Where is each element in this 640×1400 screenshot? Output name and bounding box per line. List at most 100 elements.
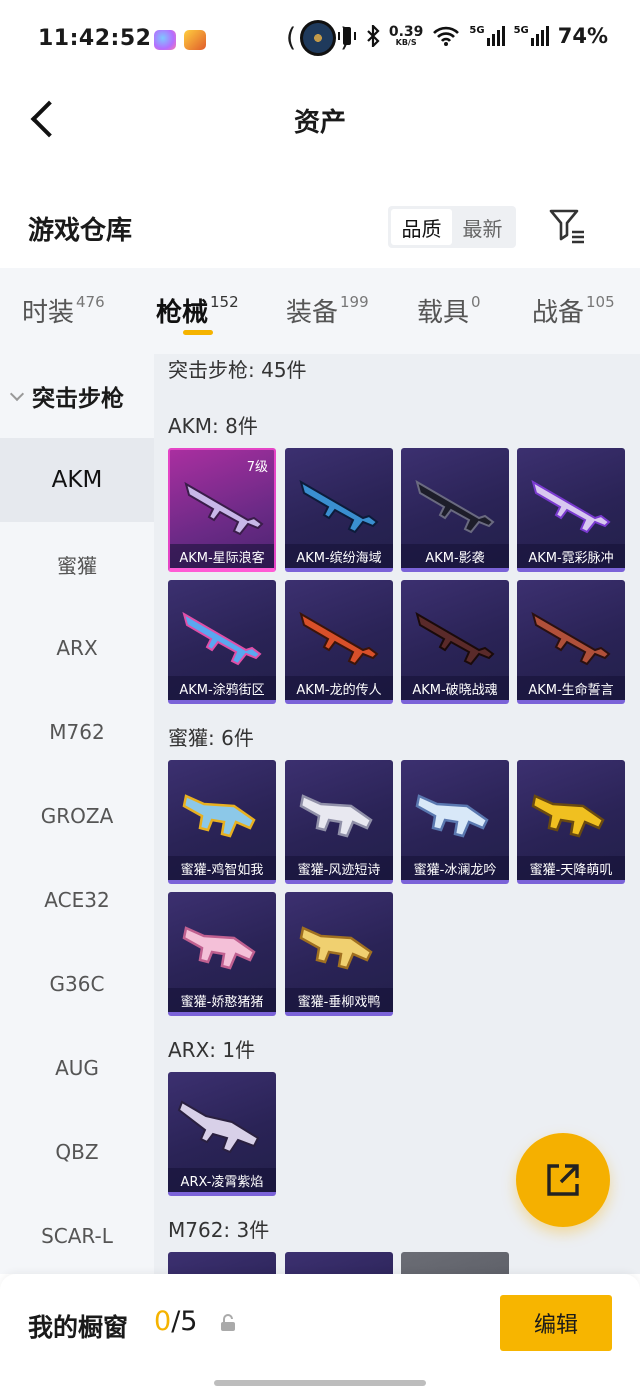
weapon-card[interactable]: 蜜獾-垂柳戏鸭 bbox=[285, 892, 393, 1016]
home-indicator[interactable] bbox=[214, 1380, 426, 1386]
gun-skin-icon bbox=[182, 926, 256, 970]
warehouse-row: 游戏仓库 品质 最新 bbox=[0, 188, 640, 268]
skin-name: AKM-影袭 bbox=[401, 544, 509, 568]
skin-name: AKM-生命誓言 bbox=[517, 676, 625, 700]
status-time: 11:42:52 bbox=[38, 26, 152, 51]
filter-button[interactable] bbox=[548, 206, 588, 246]
sort-toggle: 品质 最新 bbox=[388, 206, 516, 248]
sidebar-item-aug[interactable]: AUG bbox=[0, 1026, 154, 1110]
section-header-arx: ARX: 1件 bbox=[168, 1038, 256, 1062]
app-header: 资产 bbox=[0, 80, 640, 160]
sidebar-item-scar-l[interactable]: SCAR-L bbox=[0, 1194, 154, 1274]
category-tabs: 时装 476 枪械 152 装备 199 载具 0 战备 105 bbox=[0, 268, 640, 354]
gun-skin-icon bbox=[177, 1100, 260, 1154]
weapon-card[interactable]: 蜜獾-天降萌叽 bbox=[517, 760, 625, 884]
chevron-down-icon bbox=[9, 386, 25, 401]
skin-name: AKM-星际浪客 bbox=[170, 544, 274, 568]
paren-left-icon: ( bbox=[286, 23, 297, 53]
weapon-card[interactable]: AKM-缤纷海域 bbox=[285, 448, 393, 572]
sidebar-item-ace32[interactable]: ACE32 bbox=[0, 858, 154, 942]
filter-icon bbox=[549, 209, 584, 244]
skin-level: 7级 bbox=[246, 460, 268, 475]
tab-vehicles[interactable]: 载具 0 bbox=[417, 292, 481, 329]
weapon-card[interactable]: AKM-龙的传人 bbox=[285, 580, 393, 704]
tab-supplies[interactable]: 战备 105 bbox=[532, 292, 615, 329]
weapon-card[interactable]: AKM-影袭 bbox=[401, 448, 509, 572]
category-header: 突击步枪: 45件 bbox=[168, 358, 307, 382]
section-header-m762: M762: 3件 bbox=[168, 1218, 270, 1242]
share-icon bbox=[547, 1164, 579, 1196]
sort-newest-button[interactable]: 最新 bbox=[452, 209, 513, 245]
skin-name: 蜜獾-天降萌叽 bbox=[517, 856, 625, 880]
gun-skin-icon bbox=[531, 794, 605, 838]
gun-skin-icon bbox=[299, 611, 379, 666]
net-speed: 0.39 KB/S bbox=[388, 24, 424, 47]
skin-name: AKM-破晓战魂 bbox=[401, 676, 509, 700]
gun-skin-icon bbox=[182, 611, 262, 666]
bluetooth-icon bbox=[367, 25, 380, 47]
gun-skin-icon bbox=[415, 794, 489, 838]
signal-1-icon: 5G bbox=[469, 26, 505, 46]
skin-name: 蜜獾-风迹短诗 bbox=[285, 856, 393, 880]
sidebar-item-arx[interactable]: ARX bbox=[0, 606, 154, 690]
skin-name: 蜜獾-垂柳戏鸭 bbox=[285, 988, 393, 1012]
tab-fashion[interactable]: 时装 476 bbox=[22, 292, 105, 329]
section-header-akm: AKM: 8件 bbox=[168, 414, 258, 438]
weapon-card[interactable]: 蜜獾-鸡智如我 bbox=[168, 760, 276, 884]
edit-button[interactable]: 编辑 bbox=[500, 1295, 612, 1351]
skin-name: ARX-凌霄紫焰 bbox=[168, 1168, 276, 1192]
weapon-card[interactable]: 蜜獾-冰澜龙吟 bbox=[401, 760, 509, 884]
skin-name: AKM-龙的传人 bbox=[285, 676, 393, 700]
gun-skin-icon bbox=[184, 481, 264, 536]
wifi-icon bbox=[433, 26, 460, 46]
weapon-card[interactable]: 7级 AKM-星际浪客 bbox=[168, 448, 276, 572]
sidebar-group-label: 突击步枪 bbox=[32, 386, 124, 412]
gun-skin-icon bbox=[299, 926, 373, 970]
weapon-card-partial[interactable] bbox=[168, 1252, 276, 1274]
weapon-card[interactable]: 蜜獾-风迹短诗 bbox=[285, 760, 393, 884]
sidebar-item-honey-badger[interactable]: 蜜獾 bbox=[0, 522, 154, 606]
weapon-card[interactable]: AKM-涂鸦街区 bbox=[168, 580, 276, 704]
weapon-card[interactable]: ARX-凌霄紫焰 bbox=[168, 1072, 276, 1196]
weapon-card[interactable]: 蜜獾-娇憨猪猪 bbox=[168, 892, 276, 1016]
gun-skin-icon bbox=[299, 794, 373, 838]
skin-name: 蜜獾-鸡智如我 bbox=[168, 856, 276, 880]
weapon-card[interactable]: AKM-破晓战魂 bbox=[401, 580, 509, 704]
status-right: 0.39 KB/S 5G 5G 74% bbox=[337, 24, 608, 48]
tab-guns[interactable]: 枪械 152 bbox=[156, 292, 239, 329]
weapon-sidebar: 突击步枪 AKM 蜜獾 ARX M762 GROZA ACE32 G36C AU… bbox=[0, 354, 154, 1274]
sort-quality-button[interactable]: 品质 bbox=[391, 209, 452, 245]
notification-icons bbox=[154, 30, 206, 50]
share-button[interactable] bbox=[516, 1133, 610, 1227]
gun-skin-icon bbox=[182, 794, 256, 838]
lock-icon bbox=[221, 1314, 235, 1331]
skin-name: AKM-涂鸦街区 bbox=[168, 676, 276, 700]
sidebar-group-assault-rifle[interactable]: 突击步枪 bbox=[0, 354, 154, 438]
app-notification-icon bbox=[154, 30, 176, 50]
status-bar: 11:42:52 ( ) 0.39KB/S 5G 5G 74% bbox=[0, 0, 640, 80]
gun-skin-icon bbox=[531, 611, 611, 666]
weapon-card[interactable]: AKM-生命誓言 bbox=[517, 580, 625, 704]
showcase-count: 0/5 bbox=[154, 1306, 198, 1337]
sidebar-item-qbz[interactable]: QBZ bbox=[0, 1110, 154, 1194]
warehouse-title: 游戏仓库 bbox=[28, 216, 133, 246]
sidebar-item-g36c[interactable]: G36C bbox=[0, 942, 154, 1026]
music-disc-icon bbox=[300, 20, 337, 56]
skin-name: AKM-缤纷海域 bbox=[285, 544, 393, 568]
gun-skin-icon bbox=[415, 611, 495, 666]
skin-name: 蜜獾-冰澜龙吟 bbox=[401, 856, 509, 880]
sidebar-item-akm[interactable]: AKM bbox=[0, 438, 154, 522]
tab-equipment[interactable]: 装备 199 bbox=[286, 292, 369, 329]
sidebar-item-groza[interactable]: GROZA bbox=[0, 774, 154, 858]
gun-skin-icon bbox=[531, 479, 611, 534]
weapon-card-partial[interactable] bbox=[285, 1252, 393, 1274]
page-title: 资产 bbox=[293, 108, 346, 138]
weapon-card[interactable]: AKM-霓彩脉冲 bbox=[517, 448, 625, 572]
gun-skin-icon bbox=[415, 479, 495, 534]
battery-level: 74% bbox=[557, 24, 608, 48]
vibrate-icon bbox=[337, 27, 356, 45]
game-notification-icon bbox=[184, 30, 206, 50]
weapon-card-partial[interactable] bbox=[401, 1252, 509, 1274]
gun-skin-icon bbox=[299, 479, 379, 534]
sidebar-item-m762[interactable]: M762 bbox=[0, 690, 154, 774]
